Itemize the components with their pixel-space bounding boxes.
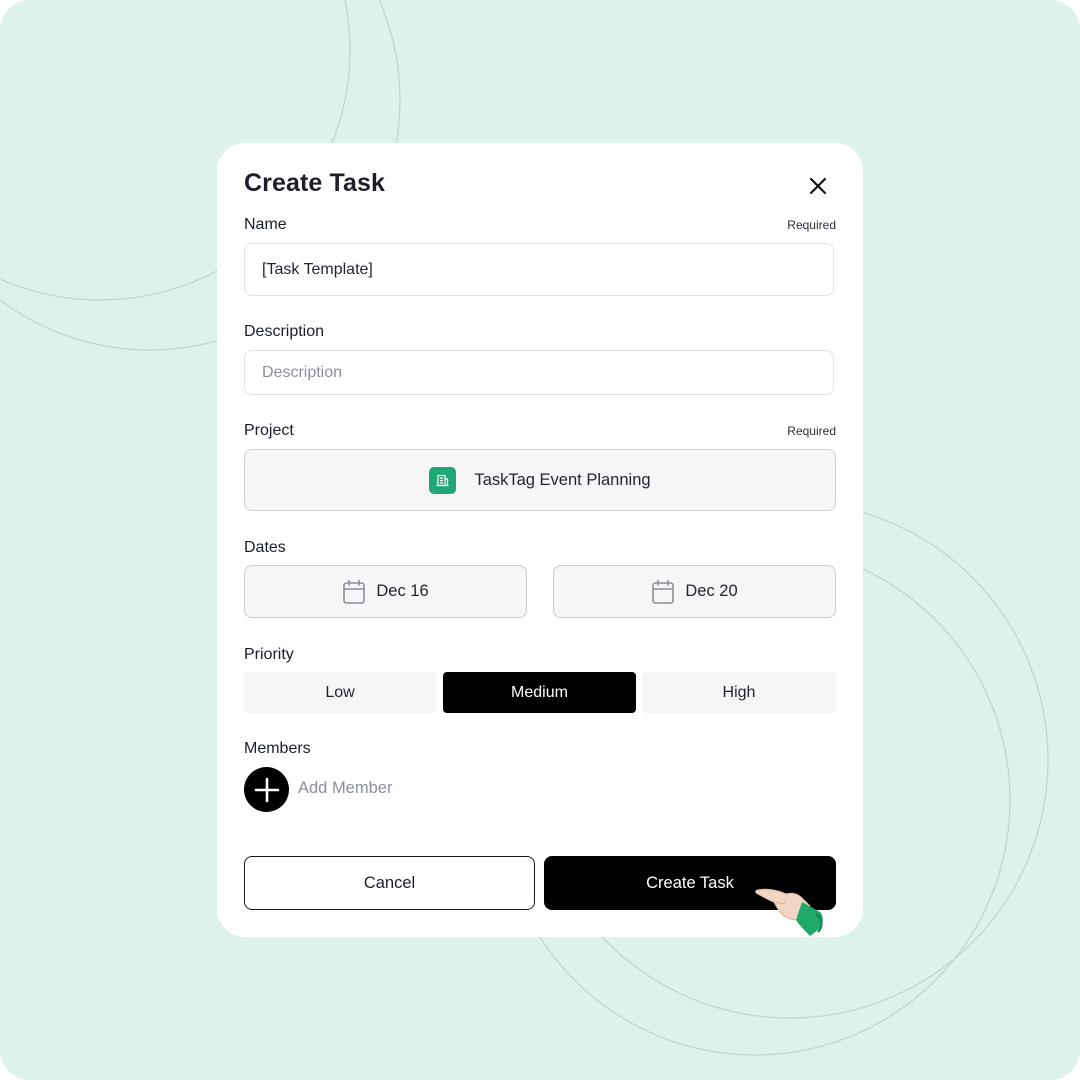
project-value: TaskTag Event Planning <box>474 470 651 489</box>
pointing-hand-icon <box>755 888 823 936</box>
dialog-title: Create Task <box>244 169 385 197</box>
name-value: [Task Template] <box>262 260 373 278</box>
page-background: Create Task Name Required [Task Template… <box>0 0 1080 1080</box>
project-label: Project <box>244 422 294 439</box>
building-icon <box>429 466 457 494</box>
name-field[interactable]: [Task Template] <box>244 243 834 296</box>
calendar-icon <box>343 579 366 604</box>
close-icon <box>809 177 827 195</box>
description-label: Description <box>244 323 325 340</box>
project-select[interactable]: TaskTag Event Planning <box>244 449 836 511</box>
cancel-button[interactable]: Cancel <box>244 856 535 910</box>
description-field[interactable]: Description <box>244 350 834 395</box>
plus-icon <box>254 777 279 802</box>
start-date-picker[interactable]: Dec 16 <box>244 565 527 618</box>
description-placeholder: Description <box>262 363 343 381</box>
create-task-dialog: Create Task Name Required [Task Template… <box>217 143 863 937</box>
project-required-tag: Required <box>787 424 836 438</box>
priority-low-option[interactable]: Low <box>244 672 436 713</box>
start-date-value: Dec 16 <box>376 582 429 600</box>
priority-medium-option[interactable]: Medium <box>443 672 636 713</box>
close-button[interactable] <box>803 171 833 201</box>
end-date-value: Dec 20 <box>685 582 738 600</box>
name-required-tag: Required <box>787 218 836 232</box>
calendar-icon <box>652 579 675 604</box>
name-label: Name <box>244 216 287 233</box>
add-member-label[interactable]: Add Member <box>298 779 392 798</box>
dates-label: Dates <box>244 539 286 556</box>
priority-label: Priority <box>244 646 294 663</box>
priority-high-option[interactable]: High <box>642 672 836 713</box>
add-member-button[interactable] <box>244 767 289 812</box>
members-label: Members <box>244 740 311 757</box>
end-date-picker[interactable]: Dec 20 <box>553 565 836 618</box>
